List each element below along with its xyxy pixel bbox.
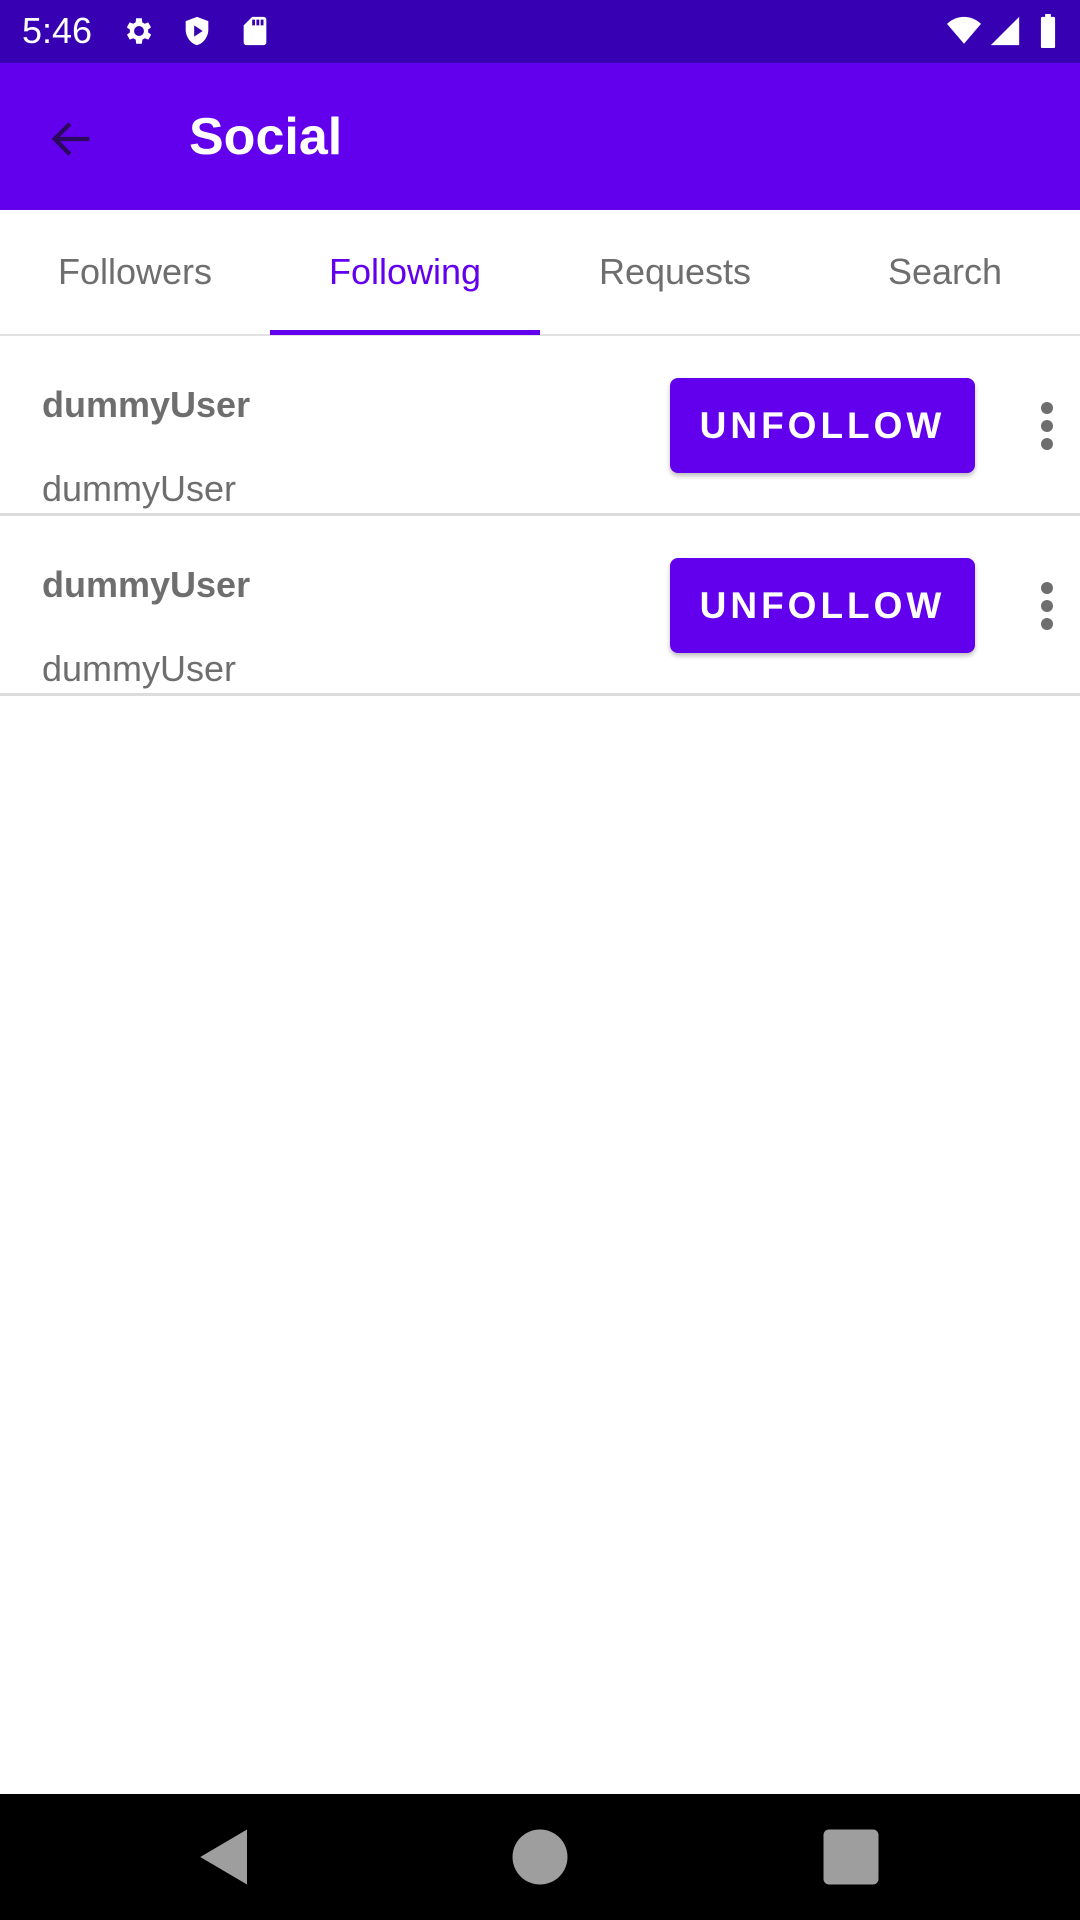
more-options-button[interactable] xyxy=(1022,386,1072,466)
nav-recents-button[interactable] xyxy=(818,1824,884,1890)
home-circle-icon xyxy=(512,1829,568,1885)
tab-followers[interactable]: Followers xyxy=(0,210,270,334)
app-bar: Social xyxy=(0,63,1080,210)
nav-back-button[interactable] xyxy=(192,1824,258,1890)
more-options-button[interactable] xyxy=(1022,566,1072,646)
more-vert-icon xyxy=(1041,402,1053,450)
unfollow-button[interactable]: UNFOLLOW xyxy=(670,378,975,473)
page-title: Social xyxy=(189,108,343,166)
user-name: dummyUser xyxy=(42,564,251,605)
user-handle: dummyUser xyxy=(42,648,237,689)
status-time: 5:46 xyxy=(22,10,93,51)
status-bar: 5:46 xyxy=(0,0,1080,63)
list-item: dummyUser dummyUser UNFOLLOW xyxy=(0,336,1080,516)
tab-search[interactable]: Search xyxy=(810,210,1080,334)
recents-square-icon xyxy=(823,1829,879,1885)
tab-bar: Followers Following Requests Search xyxy=(0,210,1080,336)
unfollow-button[interactable]: UNFOLLOW xyxy=(670,558,975,653)
battery-icon xyxy=(1036,14,1060,48)
active-tab-indicator xyxy=(270,330,540,335)
back-button[interactable] xyxy=(36,103,108,175)
user-name: dummyUser xyxy=(42,384,251,425)
sd-card-icon xyxy=(238,14,272,48)
shield-play-icon xyxy=(180,14,214,48)
nav-home-button[interactable] xyxy=(507,1824,573,1890)
wifi-icon xyxy=(944,14,984,48)
more-vert-icon xyxy=(1041,582,1053,630)
settings-icon xyxy=(122,14,156,48)
system-nav-bar xyxy=(0,1794,1080,1920)
user-handle: dummyUser xyxy=(42,468,237,509)
tab-requests[interactable]: Requests xyxy=(540,210,810,334)
following-list: dummyUser dummyUser UNFOLLOW dummyUser d… xyxy=(0,336,1080,696)
back-triangle-icon xyxy=(200,1829,247,1885)
arrow-back-icon xyxy=(51,122,90,156)
list-item: dummyUser dummyUser UNFOLLOW xyxy=(0,516,1080,696)
tab-following[interactable]: Following xyxy=(270,210,540,334)
signal-icon xyxy=(988,14,1022,48)
